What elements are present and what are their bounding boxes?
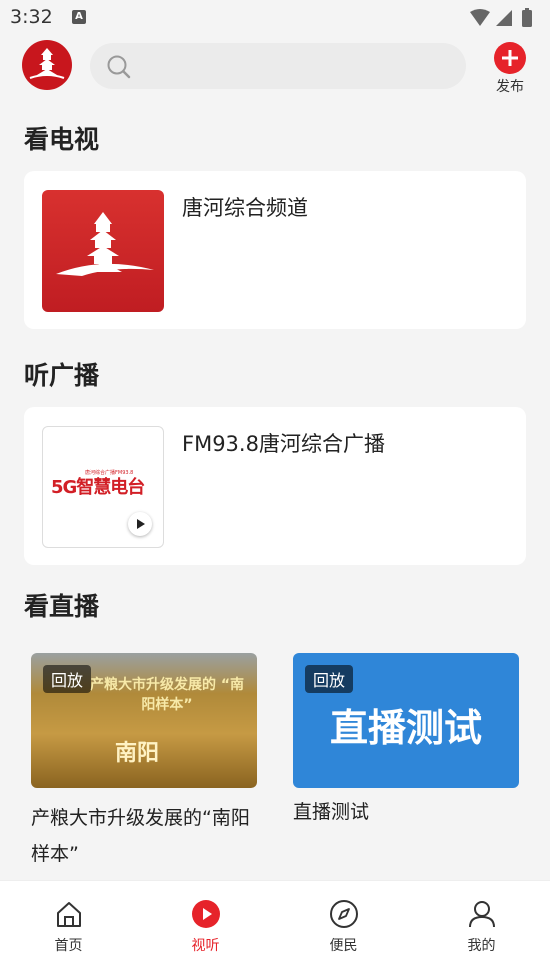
radio-thumb-text: 5G智慧电台 [51,477,145,498]
live-thumb-caption: 直播测试 [329,705,482,750]
radio-channel-thumbnail[interactable]: 5G智慧电台 唐河综合广播FM93.8 [42,426,164,548]
search-bar[interactable] [90,43,466,89]
section-title-tv: 看电视 [24,125,100,154]
notification-app-icon: A [72,10,86,24]
user-icon [467,899,497,929]
tv-channel-thumbnail[interactable] [42,190,164,312]
publish-label: 发布 [496,79,524,95]
tab-label: 我的 [467,938,496,954]
status-icons [468,8,538,32]
compass-icon [329,899,359,929]
plus-icon [494,42,526,74]
section-title-radio: 听广播 [24,361,100,390]
replay-badge: 回放 [305,665,354,693]
live-thumb-caption: 产粮大市升级发展的 “南阳样本” [89,677,245,713]
search-icon [107,55,131,79]
tab-label: 视听 [191,938,220,954]
live-item-title[interactable]: 直播测试 [293,794,519,830]
play-icon [137,519,145,529]
play-circle-icon [191,899,221,929]
radio-thumb-small-text: 唐河综合广播FM93.8 [85,470,134,476]
home-icon [54,899,84,929]
play-button[interactable] [128,512,152,536]
radio-channel-name: FM93.8唐河综合广播 [182,432,385,456]
bottom-tab-bar: 首页 视听 便民 我的 [0,880,550,980]
battery-icon [522,10,532,27]
pagoda-icon [56,212,154,276]
section-title-live: 看直播 [24,592,100,621]
wifi-icon [470,9,490,26]
publish-button[interactable]: 发布 [488,40,532,95]
status-bar: 3:32 A [0,0,550,36]
tab-home[interactable]: 首页 [0,881,137,980]
signal-icon [496,10,512,26]
live-thumbnail[interactable]: 产粮大市升级发展的 “南阳样本” 南阳 回放 [31,653,257,788]
status-time: 3:32 [10,6,53,28]
live-thumb-big-text: 南阳 [115,741,160,766]
pagoda-logo-icon [29,48,65,79]
tab-profile[interactable]: 我的 [413,881,550,980]
tab-label: 首页 [54,938,83,954]
live-thumbnail[interactable]: 直播测试 回放 [293,653,519,788]
tab-services[interactable]: 便民 [275,881,412,980]
tv-channel-name: 唐河综合频道 [182,196,308,220]
app-logo[interactable] [22,40,72,90]
tab-label: 便民 [329,938,358,954]
live-item-title[interactable]: 产粮大市升级发展的“南阳样本” [31,800,261,872]
tab-media[interactable]: 视听 [137,881,274,980]
replay-badge: 回放 [43,665,92,693]
